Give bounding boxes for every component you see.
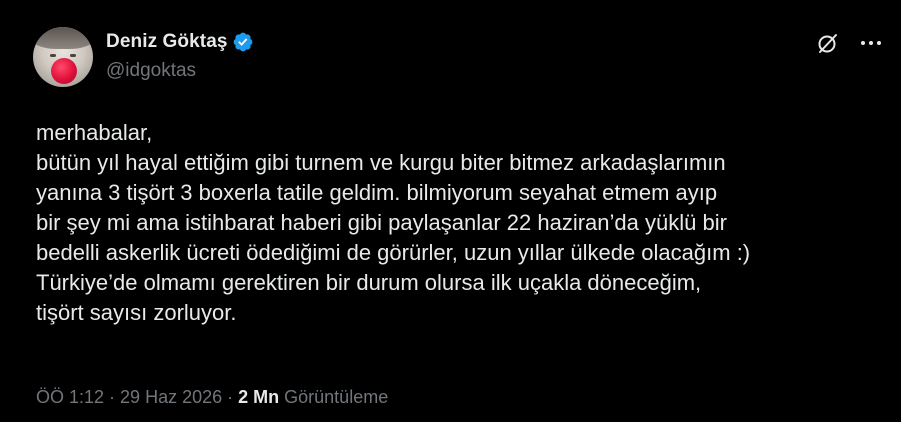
author-display-name[interactable]: Deniz Göktaş xyxy=(106,31,228,53)
verified-badge-icon[interactable] xyxy=(232,31,254,53)
meta-separator: · xyxy=(104,387,121,407)
tweet-date[interactable]: 29 Haz 2026 xyxy=(120,387,222,407)
views-count: 2 Mn xyxy=(238,387,280,407)
views-label: Görüntüleme xyxy=(284,387,389,407)
clown-nose xyxy=(51,58,77,84)
tweet-text-line: yanına 3 tişört 3 boxerla tatile geldim.… xyxy=(36,180,718,205)
tweet-time[interactable]: ÖÖ 1:12 xyxy=(36,387,104,407)
tweet-card: Deniz Göktaş @idgoktas merhabalar, bütün… xyxy=(0,0,901,422)
tweet-text-line: merhabalar, xyxy=(36,120,153,145)
more-options-icon[interactable] xyxy=(858,31,884,55)
tweet-text-line: Türkiye’de olmamı gerektiren bir durum o… xyxy=(36,270,702,295)
tweet-text-line: bir şey mi ama istihbarat haberi gibi pa… xyxy=(36,210,727,235)
tweet-text-line: tişört sayısı zorluyor. xyxy=(36,300,237,325)
author-name-row: Deniz Göktaş xyxy=(106,30,254,54)
tweet-text: merhabalar, bütün yıl hayal ettiğim gibi… xyxy=(36,118,886,328)
tweet-text-line: bütün yıl hayal ettiğim gibi turnem ve k… xyxy=(36,150,726,175)
tweet-text-line: bedelli askerlik ücreti ödediğimi de gör… xyxy=(36,240,751,265)
author-handle[interactable]: @idgoktas xyxy=(106,60,196,82)
grok-icon[interactable] xyxy=(816,31,840,55)
tweet-meta: ÖÖ 1:12 · 29 Haz 2026 · 2 Mn Görüntüleme xyxy=(36,387,388,408)
avatar[interactable] xyxy=(33,27,93,87)
meta-separator: · xyxy=(222,387,239,407)
